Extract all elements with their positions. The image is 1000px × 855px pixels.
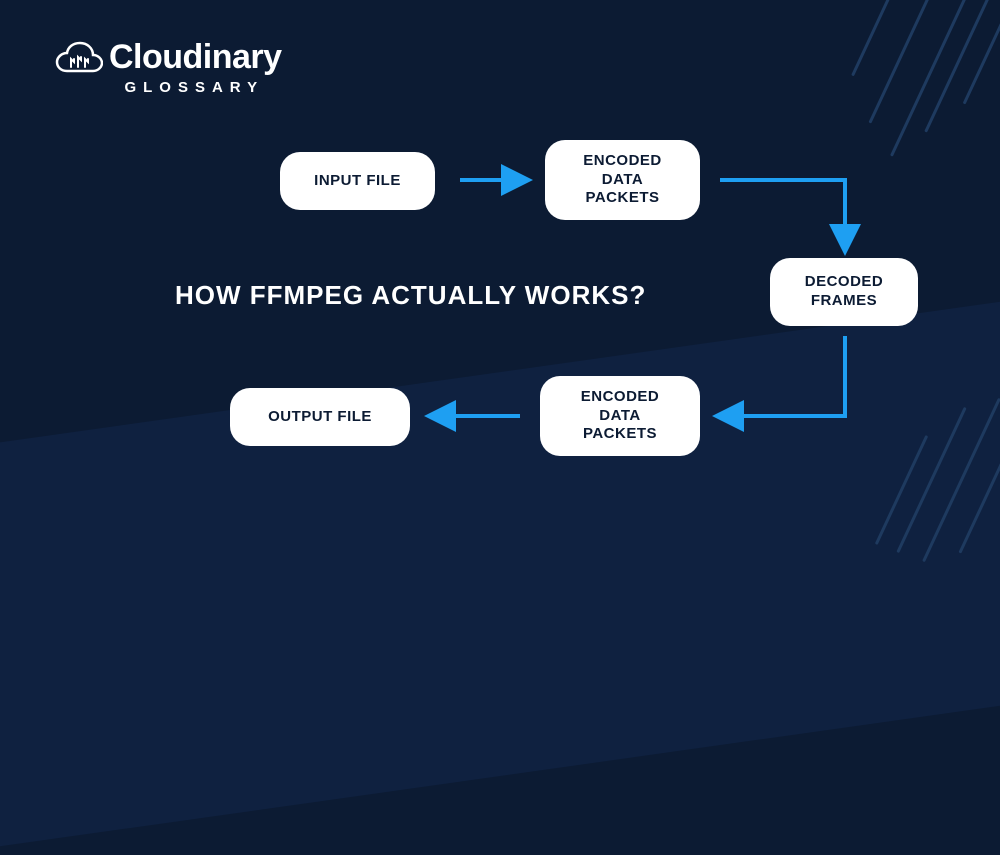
node-input-file: INPUT FILE [280,152,435,210]
logo-subtitle: GLOSSARY [124,79,264,96]
diagram-title: HOW FFMPEG ACTUALLY WORKS? [175,280,646,311]
logo: Cloudinary GLOSSARY [55,38,282,96]
node-encoded-input: ENCODED DATA PACKETS [545,140,700,220]
decor-slash [890,0,973,157]
logo-brand-text: Cloudinary [109,38,282,77]
cloud-icon [55,41,103,75]
node-output-file: OUTPUT FILE [230,388,410,446]
node-encoded-output: ENCODED DATA PACKETS [540,376,700,456]
node-decoded-frames: DECODED FRAMES [770,258,918,326]
decor-slash [924,0,999,133]
decor-slash [851,0,892,76]
background-diagonal [0,265,1000,855]
